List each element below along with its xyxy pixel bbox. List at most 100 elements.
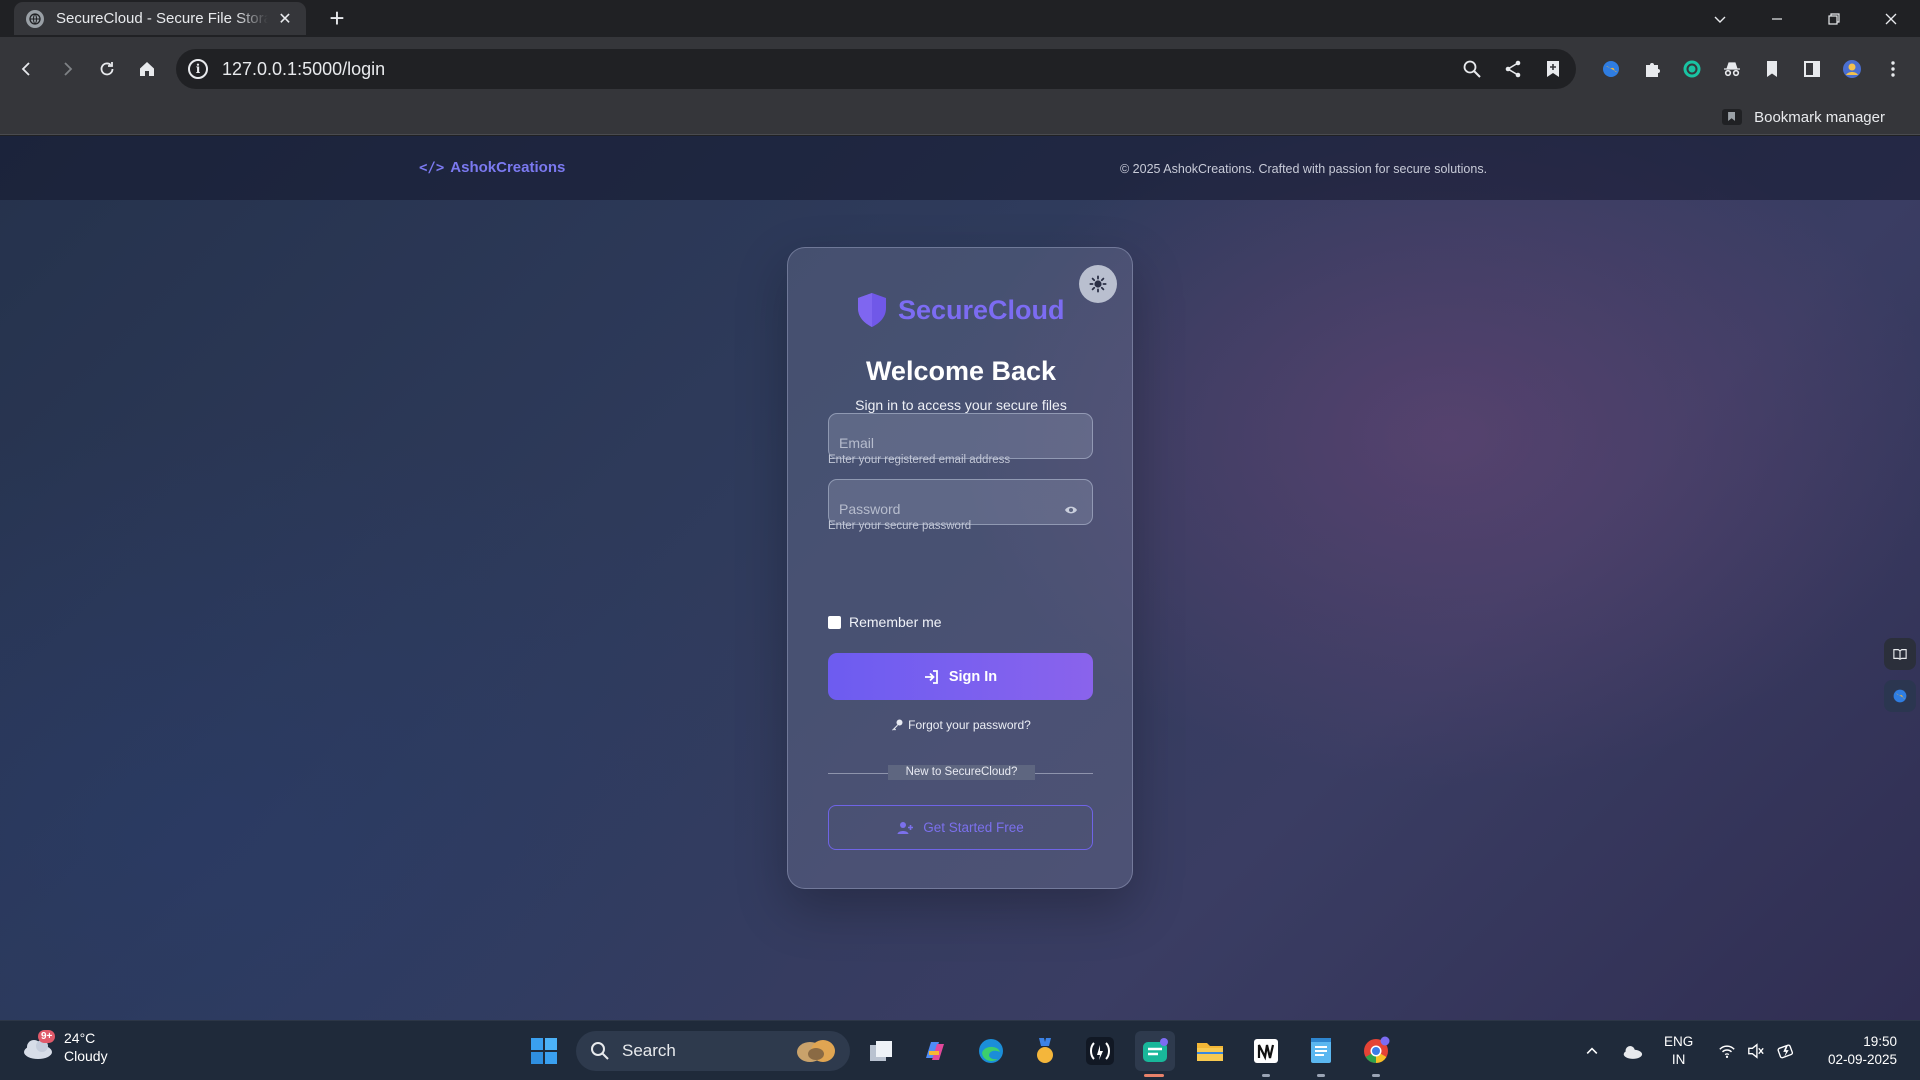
page-viewport: </> AshokCreations © 2025 AshokCreations… [0, 136, 1920, 1020]
eye-icon[interactable] [1064, 505, 1078, 515]
close-tab-icon[interactable]: ✕ [274, 8, 296, 30]
code-icon: </> [419, 159, 445, 176]
forward-button[interactable] [51, 53, 83, 85]
brand-link[interactable]: </> AshokCreations [419, 159, 565, 176]
address-bar[interactable]: i 127.0.0.1:5000/login [176, 49, 1576, 89]
weather-condition: Cloudy [64, 1048, 108, 1064]
tab-strip: SecureCloud - Secure File Storage ✕ + [0, 0, 1920, 37]
remember-me-label: Remember me [849, 614, 942, 630]
bookmark-star-icon[interactable] [1541, 57, 1565, 81]
app-indicator [1317, 1074, 1325, 1077]
medal-icon [1037, 1038, 1053, 1063]
chrome-button[interactable] [1356, 1031, 1396, 1071]
new-tab-button[interactable]: + [324, 5, 350, 32]
profile-avatar-icon[interactable] [1840, 57, 1864, 81]
reload-button[interactable] [91, 53, 123, 85]
remember-me-checkbox[interactable] [828, 615, 841, 629]
clock[interactable]: 19:50 02-09-2025 [1828, 1033, 1897, 1069]
email-field[interactable] [828, 413, 1093, 459]
active-app-button[interactable] [1135, 1031, 1175, 1071]
weather-badge: 9+ [38, 1030, 56, 1043]
edge-icon [979, 1039, 1003, 1063]
email-input[interactable] [829, 414, 1092, 458]
extensions-puzzle-icon[interactable] [1640, 57, 1664, 81]
search-label: Search [622, 1041, 676, 1060]
page-title: Welcome Back [865, 356, 1057, 386]
menu-kebab-icon[interactable] [1881, 57, 1905, 81]
url-text: 127.0.0.1:5000/login [222, 58, 386, 79]
book-open-icon [1893, 649, 1907, 660]
browser-tab[interactable]: SecureCloud - Secure File Storage ✕ [14, 2, 306, 35]
arrow-left-icon [21, 62, 30, 76]
edge-button[interactable] [971, 1031, 1011, 1071]
active-app-icon [1143, 1038, 1168, 1062]
chrome-icon [1364, 1036, 1390, 1063]
extension-globe-icon[interactable] [1599, 57, 1623, 81]
restore-button[interactable] [1806, 0, 1862, 37]
zoom-icon[interactable] [1460, 57, 1484, 81]
tab-search-button[interactable] [1692, 0, 1748, 37]
site-info-icon[interactable]: i [188, 59, 208, 79]
extension-globe-icon [1893, 689, 1907, 703]
weather-widget[interactable]: 9+ 24°C Cloudy [20, 1029, 108, 1065]
battery-button[interactable] [1768, 1031, 1804, 1071]
show-hidden-icons-button[interactable] [1572, 1031, 1612, 1071]
incognito-icon[interactable] [1720, 57, 1744, 81]
extension-side-button[interactable] [1884, 680, 1916, 712]
close-window-button[interactable] [1863, 0, 1919, 37]
browser-toolbar: i 127.0.0.1:5000/login [0, 37, 1920, 100]
cloud-icon: 9+ [20, 1030, 56, 1062]
app-logo: SecureCloud [856, 292, 1065, 328]
get-started-button[interactable]: Get Started Free [828, 805, 1093, 850]
theme-toggle-button[interactable] [1079, 265, 1117, 303]
start-button[interactable] [524, 1031, 564, 1071]
file-explorer-button[interactable] [1190, 1031, 1230, 1071]
password-input[interactable] [829, 480, 1092, 524]
bookmark-manager-link[interactable]: Bookmark manager [1714, 104, 1893, 130]
notepad-button[interactable] [1301, 1031, 1341, 1071]
language-indicator[interactable]: ENG IN [1664, 1033, 1693, 1069]
language-code: ENG [1664, 1034, 1694, 1049]
email-hint: Enter your registered email address [828, 454, 1011, 466]
reading-list-icon[interactable] [1760, 57, 1784, 81]
reading-mode-button[interactable] [1884, 638, 1916, 670]
chevron-up-icon [1586, 1047, 1598, 1054]
divider-text: New to SecureCloud? [888, 765, 1035, 780]
volume-muted-icon [1748, 1043, 1764, 1059]
home-button[interactable] [131, 53, 163, 85]
copilot-button[interactable] [915, 1031, 955, 1071]
minimize-button[interactable] [1749, 0, 1805, 37]
close-icon [1885, 13, 1897, 24]
app-indicator [1262, 1074, 1270, 1077]
page-subtitle: Sign in to access your secure files [855, 397, 1067, 413]
task-view-button[interactable] [861, 1031, 901, 1071]
arrow-right-icon [64, 62, 73, 76]
onedrive-button[interactable] [1612, 1031, 1652, 1071]
code-app-button[interactable] [1080, 1031, 1120, 1071]
taskbar-search[interactable]: Search [576, 1031, 850, 1071]
side-panel-icon[interactable] [1800, 57, 1824, 81]
notion-app-button[interactable] [1246, 1031, 1286, 1071]
brand-name: AshokCreations [450, 159, 566, 176]
restore-icon [1828, 12, 1840, 25]
sign-in-button[interactable]: Sign In [828, 653, 1093, 700]
key-icon [892, 719, 903, 731]
copilot-icon [926, 1042, 944, 1060]
back-button[interactable] [11, 53, 43, 85]
notepad-icon [1311, 1038, 1331, 1063]
active-app-indicator [1144, 1074, 1164, 1077]
password-field[interactable] [828, 479, 1093, 525]
share-icon[interactable] [1501, 57, 1525, 81]
task-view-icon [870, 1041, 892, 1061]
forgot-password-link[interactable]: Forgot your password? [788, 718, 1134, 732]
achievement-app-button[interactable] [1025, 1031, 1065, 1071]
code-app-icon [1086, 1037, 1114, 1065]
password-hint: Enter your secure password [828, 520, 972, 532]
extension-green-icon[interactable] [1680, 57, 1704, 81]
shield-icon [858, 293, 886, 327]
remember-me-row[interactable]: Remember me [828, 614, 942, 630]
wifi-icon [1719, 1045, 1735, 1059]
forgot-password-label: Forgot your password? [908, 718, 1031, 732]
sign-in-label: Sign In [948, 668, 998, 685]
bookmark-manager-label: Bookmark manager [1754, 108, 1885, 126]
